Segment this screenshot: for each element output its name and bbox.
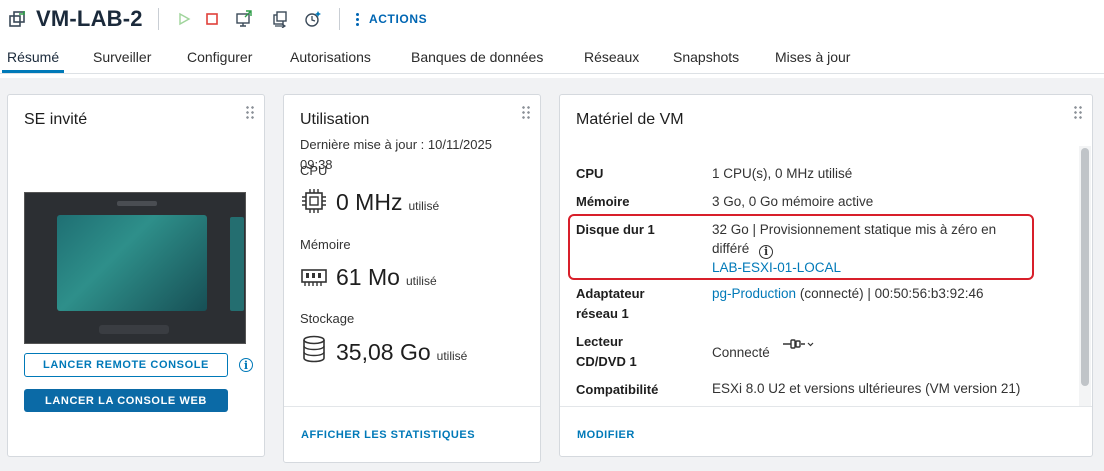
scrollbar-thumb[interactable] <box>1081 148 1089 386</box>
info-icon[interactable]: i <box>239 358 253 372</box>
hw-label-cd-dvd: Lecteur CD/DVD 1 <box>576 334 637 369</box>
power-off-button[interactable] <box>202 9 222 29</box>
power-off-icon <box>206 13 218 25</box>
last-update-text: Dernière mise à jour : 10/11/2025 09:38 <box>300 137 492 172</box>
view-stats-link[interactable]: AFFICHER LES STATISTIQUES <box>301 429 475 441</box>
tab-snapshots[interactable]: Snapshots <box>673 49 739 65</box>
launch-web-console-button[interactable]: LANCER LA CONSOLE WEB <box>24 389 228 412</box>
hw-label-memory: Mémoire <box>576 194 630 209</box>
card-divider <box>284 406 540 407</box>
more-actions-icon <box>356 12 359 26</box>
hw-label-network-adapter: Adaptateur réseau 1 <box>576 286 645 321</box>
memory-label: Mémoire <box>300 237 351 252</box>
snapshot-icon <box>305 11 321 27</box>
plug-icon <box>783 339 814 349</box>
usage-card: Utilisation Dernière mise à jour : 10/11… <box>283 94 541 463</box>
vm-icon <box>9 11 25 27</box>
drag-handle-icon[interactable] <box>521 105 530 119</box>
card-title: Matériel de VM <box>576 111 684 128</box>
drag-handle-icon[interactable] <box>1073 105 1082 119</box>
tab-permissions[interactable]: Autorisations <box>290 49 371 65</box>
storage-usage-value: 35,08 Go utilisé <box>336 339 468 365</box>
memory-usage-value: 61 Mo utilisé <box>336 264 437 290</box>
toolbar-divider <box>158 8 159 30</box>
cpu-label: CPU <box>300 163 328 178</box>
tab-datastores[interactable]: Banques de données <box>411 49 543 65</box>
hw-label-cpu: CPU <box>576 166 604 181</box>
tab-summary[interactable]: Résumé <box>7 49 59 65</box>
storage-label: Stockage <box>300 311 355 326</box>
vm-hardware-card: Matériel de VM CPU 1 CPU(s), 0 MHz utili… <box>559 94 1093 457</box>
toolbar-divider <box>339 8 340 30</box>
drag-handle-icon[interactable] <box>245 105 254 119</box>
hw-label-compatibility: Compatibilité <box>576 382 659 397</box>
card-title: SE invité <box>24 111 88 128</box>
hw-value-cd-dvd: Connecté <box>712 345 770 360</box>
vm-title: VM-LAB-2 <box>36 6 143 31</box>
cpu-usage-value: 0 MHz utilisé <box>336 189 440 215</box>
power-on-icon <box>179 12 191 26</box>
tab-configure[interactable]: Configurer <box>187 49 252 65</box>
cd-connect-dropdown[interactable] <box>782 338 816 352</box>
network-link[interactable]: pg-Production <box>712 286 796 301</box>
card-divider <box>560 406 1092 407</box>
tab-networks[interactable]: Réseaux <box>584 49 639 65</box>
hw-value-network-adapter: pg-Production (connecté) | 00:50:56:b3:9… <box>712 286 984 301</box>
chevron-down-icon <box>807 342 814 347</box>
launch-console-icon <box>236 10 252 27</box>
scrollbar[interactable] <box>1079 146 1091 407</box>
snapshot-button[interactable] <box>303 9 323 29</box>
tab-monitor[interactable]: Surveiller <box>93 49 151 65</box>
hw-value-cpu: 1 CPU(s), 0 MHz utilisé <box>712 166 853 181</box>
migrate-icon <box>273 11 287 28</box>
power-on-button[interactable] <box>174 9 194 29</box>
migrate-button[interactable] <box>270 9 290 29</box>
memory-icon <box>301 269 327 286</box>
page-header: VM-LAB-2 ACTIONS Résumé Surveiller Confi… <box>0 0 1104 78</box>
guest-os-card: SE invité LANCER REMOTE CONSOLE i LANCER… <box>7 94 265 457</box>
tab-updates[interactable]: Mises à jour <box>775 49 850 65</box>
hw-value-compatibility: ESXi 8.0 U2 et versions ultérieures (VM … <box>712 381 1021 396</box>
cpu-icon <box>302 189 326 213</box>
launch-console-button[interactable] <box>234 9 254 29</box>
header-divider <box>0 73 1104 74</box>
modify-link[interactable]: MODIFIER <box>577 429 635 441</box>
actions-menu[interactable]: ACTIONS <box>356 9 427 29</box>
console-thumbnail[interactable] <box>24 192 246 344</box>
actions-label: ACTIONS <box>369 12 428 26</box>
storage-icon <box>303 335 325 363</box>
highlight-box <box>568 214 1034 280</box>
hw-value-memory: 3 Go, 0 Go mémoire active <box>712 194 874 209</box>
launch-remote-console-button[interactable]: LANCER REMOTE CONSOLE <box>24 353 228 377</box>
card-title: Utilisation <box>300 111 370 128</box>
tab-bar: Résumé Surveiller Configurer Autorisatio… <box>0 44 1104 74</box>
